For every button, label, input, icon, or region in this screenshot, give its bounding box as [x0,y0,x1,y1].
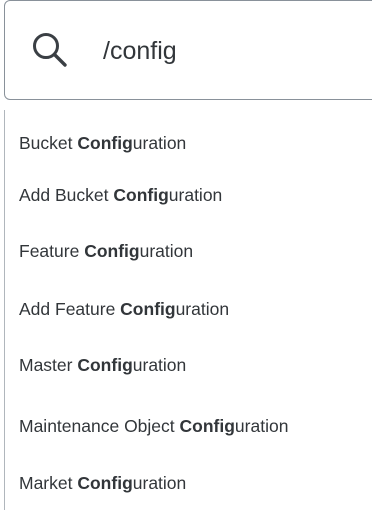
suggestion-item-feature-configuration[interactable]: Feature Configuration [19,236,193,266]
suggestion-item-maintenance-object-configuration[interactable]: Maintenance Object Configuration [19,411,288,441]
suggestion-item-market-configuration[interactable]: Market Configuration [19,468,186,498]
suggestion-match: Config [113,185,169,205]
suggestion-text: Master [19,355,78,375]
suggestion-text: uration [132,355,187,375]
suggestion-text: uration [132,133,187,153]
suggestion-list: Bucket Configuration Add Bucket Configur… [4,110,372,510]
suggestion-text: Add Bucket [19,185,114,205]
suggestion-match: Config [77,133,133,153]
search-field[interactable] [4,0,372,100]
search-icon [33,33,67,67]
suggestion-text: uration [132,473,187,493]
suggestion-item-bucket-configuration[interactable]: Bucket Configuration [19,128,186,158]
suggestion-text: Feature [19,241,85,261]
search-input[interactable] [103,31,363,71]
suggestion-match: Config [120,299,176,319]
suggestion-text: uration [234,416,289,436]
suggestion-text: uration [175,299,230,319]
suggestion-match: Config [84,241,140,261]
suggestion-match: Config [77,355,133,375]
suggestion-item-master-configuration[interactable]: Master Configuration [19,350,186,380]
suggestion-item-add-feature-configuration[interactable]: Add Feature Configuration [19,294,229,324]
suggestion-text: Bucket [19,133,78,153]
suggestion-text: Market [19,473,78,493]
suggestion-item-add-bucket-configuration[interactable]: Add Bucket Configuration [19,180,222,210]
suggestion-match: Config [179,416,235,436]
suggestion-match: Config [77,473,133,493]
suggestion-text: Maintenance Object [19,416,180,436]
suggestion-text: Add Feature [19,299,121,319]
suggestion-text: uration [168,185,223,205]
suggestion-text: uration [139,241,194,261]
